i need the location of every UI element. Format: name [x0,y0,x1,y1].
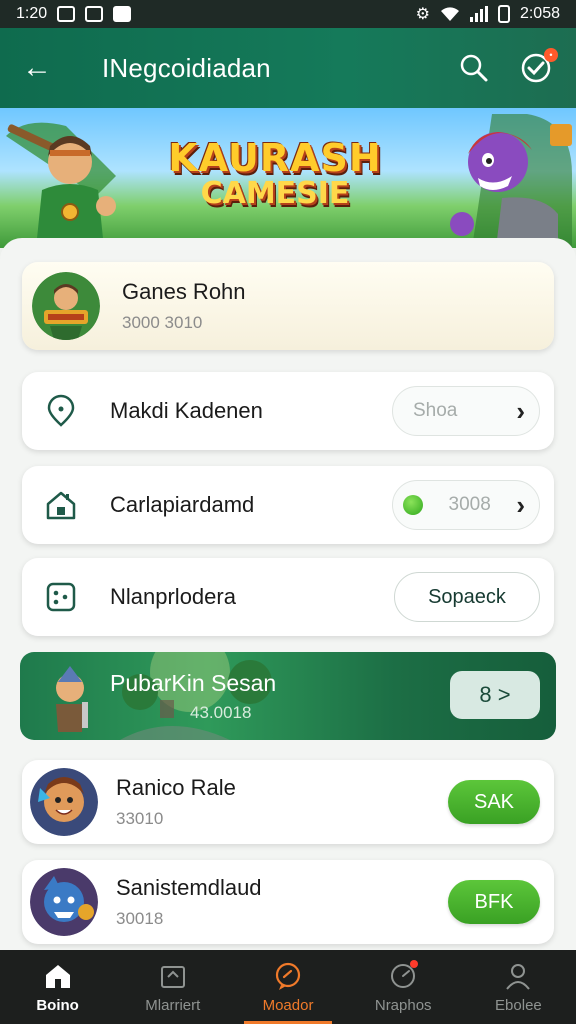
game-logo: KAURASH CAMESIE [160,136,390,211]
vibrate-icon: ⚙ [415,6,430,23]
bottom-navigation: Boino Mlarriert Moador Nraphos Ebolee [0,950,576,1024]
battery-icon [497,5,510,23]
dice-row[interactable]: Nlanprlodera Sopaeck [22,558,554,636]
game-list-item[interactable]: Sanistemdlaud 30018 BFK [22,860,554,944]
logo-line-1: KAURASH [168,136,382,180]
game-thumbnail [30,868,98,936]
promo-subtitle: 43.0018 [190,702,252,722]
game-banner[interactable]: KAURASH CAMESIE [0,108,576,248]
nav-stats-label: Nraphos [374,996,432,1014]
dice-row-label: Nlanprlodera [110,584,236,609]
hero-character-illustration [6,122,116,248]
chevron-right-icon: › [516,489,525,520]
dice-row-button[interactable]: Sopaeck [394,572,540,622]
chat-bubble-icon [275,962,301,990]
search-icon[interactable] [456,50,492,86]
notification-badge: • [544,48,558,62]
home-icon [45,964,70,988]
home-selector[interactable]: 3008 › [392,480,540,530]
game-thumbnail [30,768,98,836]
game-title: Sanistemdlaud [116,875,262,900]
featured-game-card[interactable]: Ganes Rohn 3000 3010 [22,262,554,350]
dice-icon [46,582,76,612]
status-clock: 2:058 [519,5,560,22]
status-time: 1:20 [16,5,48,22]
store-icon [160,965,185,988]
app-notification-icon [113,6,132,22]
featured-game-thumbnail [32,272,100,340]
nav-profile-label: Ebolee [495,996,542,1014]
game-score: 30018 [116,909,164,928]
page-title: INegcoidiadan [102,52,271,83]
nav-chat[interactable]: Moador [230,950,345,1024]
featured-game-title: Ganes Rohn [122,279,246,304]
nav-chat-label: Moador [262,996,314,1014]
home-icon [46,491,76,520]
home-row[interactable]: Carlapiardamd 3008 › [22,466,554,544]
nav-market-label: Mlarriert [145,996,201,1014]
home-selector-value: 3008 [448,494,491,515]
home-row-label: Carlapiardamd [110,492,255,517]
nav-market[interactable]: Mlarriert [115,950,230,1024]
nav-profile[interactable]: Ebolee [461,950,576,1024]
user-icon [506,963,531,990]
chevron-right-icon: › [516,395,525,426]
nav-home-label: Boino [36,996,79,1014]
game-title: Ranico Rale [116,775,236,800]
game-score: 33010 [116,809,164,828]
game-play-button[interactable]: SAK [448,780,540,824]
app-bar: ← INegcoidiadan • [0,28,576,108]
featured-game-score: 3000 3010 [122,313,203,332]
gallery-notification-icon [57,6,76,22]
location-selector[interactable]: Shoa › [392,386,540,436]
promo-go-button[interactable]: 8 > [450,671,540,719]
nav-stats[interactable]: Nraphos [346,950,461,1024]
villain-character-illustration [450,114,572,248]
wifi-icon [440,7,459,21]
location-row[interactable]: Makdi Kadenen Shoa › [22,372,554,450]
location-row-label: Makdi Kadenen [110,398,263,423]
season-promo-banner[interactable]: PubarKin Sesan 43.0018 8 > [20,652,556,740]
nav-notification-dot [409,960,418,968]
location-pin-icon [47,394,75,427]
game-list-item[interactable]: Ranico Rale 33010 SAK [22,760,554,844]
signal-icon [469,6,488,22]
achievements-check-icon[interactable]: • [518,48,558,86]
location-selector-value: Shoa [413,400,458,421]
back-arrow-icon[interactable]: ← [22,51,70,85]
game-play-button[interactable]: BFK [448,880,540,924]
message-notification-icon [85,6,104,22]
logo-line-2: CAMESIE [200,176,350,211]
promo-title: PubarKin Sesan [110,669,277,696]
online-status-icon [403,495,423,515]
status-bar: 1:20 ⚙ 2:058 [0,0,576,28]
nav-home[interactable]: Boino [0,950,115,1024]
